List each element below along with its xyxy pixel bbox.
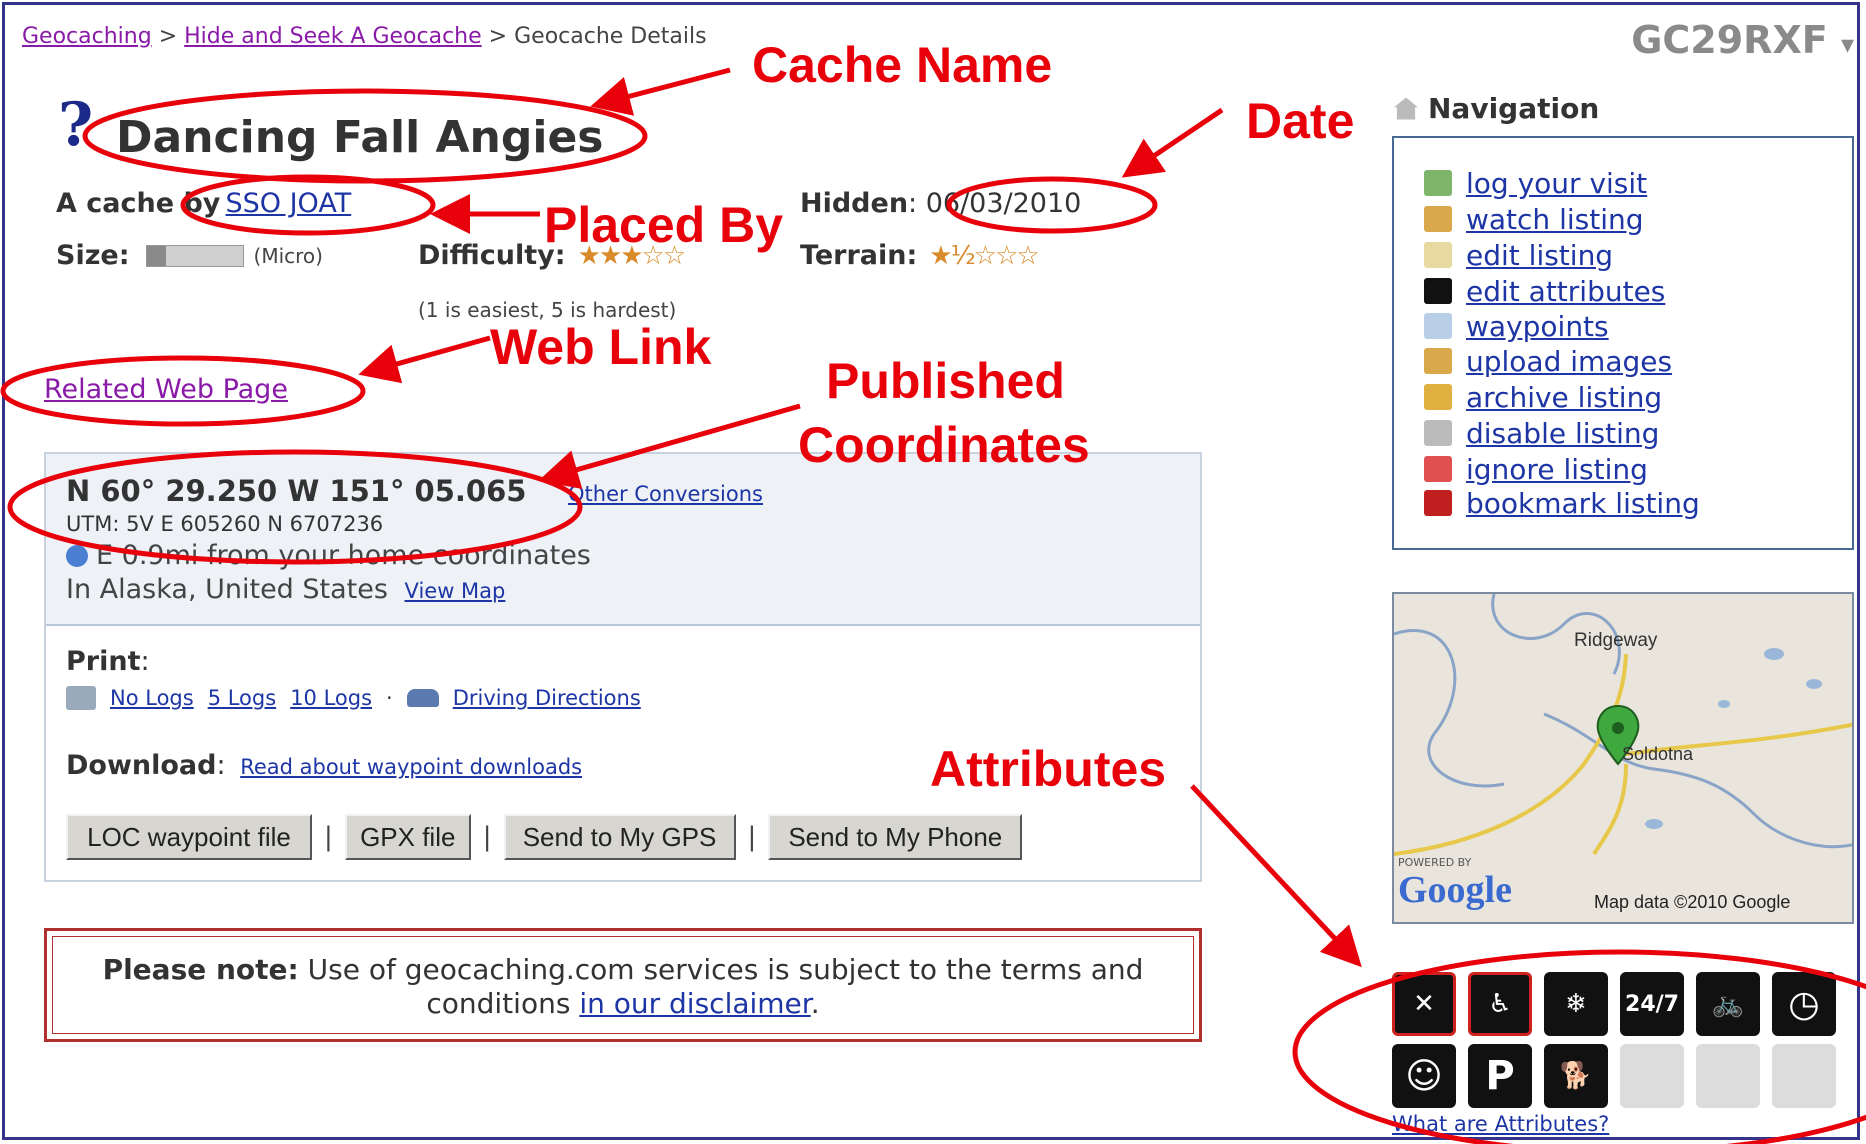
annotation-published: Published <box>826 353 1065 409</box>
annotation-overlay <box>0 67 1866 1144</box>
annotation-web-link: Web Link <box>490 319 712 375</box>
annotation-coordinates: Coordinates <box>798 417 1090 473</box>
annotation-date: Date <box>1246 93 1355 149</box>
annotation-placed-by: Placed By <box>544 197 784 253</box>
annotation-cache-name: Cache Name <box>752 37 1053 93</box>
annotation-attributes: Attributes <box>930 741 1167 797</box>
